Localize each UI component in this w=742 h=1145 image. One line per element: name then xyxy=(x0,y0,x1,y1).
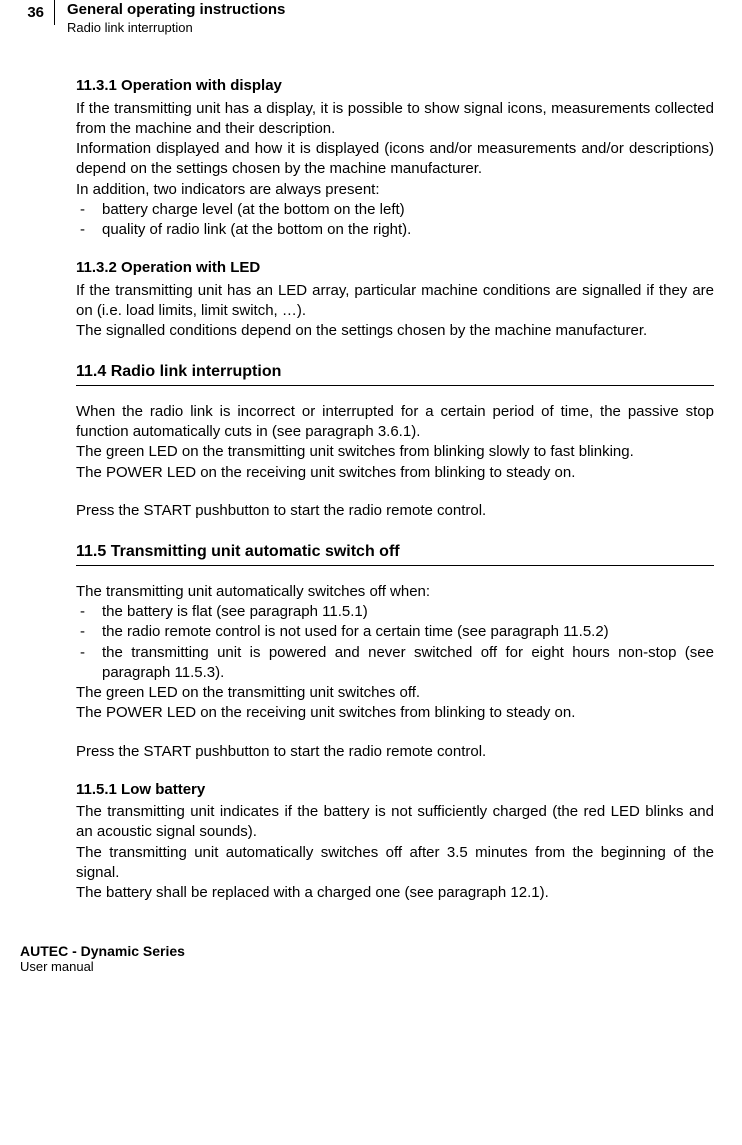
paragraph: The transmitting unit automatically swit… xyxy=(76,582,714,602)
list-item: battery charge level (at the bottom on t… xyxy=(76,200,714,220)
document-content: 11.3.1 Operation with display If the tra… xyxy=(76,76,714,903)
heading-11-3-1: 11.3.1 Operation with display xyxy=(76,76,714,96)
header-title: General operating instructions xyxy=(67,0,285,20)
paragraph: The signalled conditions depend on the s… xyxy=(76,321,714,341)
paragraph: Press the START pushbutton to start the … xyxy=(76,501,714,521)
heading-11-4: 11.4 Radio link interruption xyxy=(76,361,714,386)
page-header: 36 General operating instructions Radio … xyxy=(20,0,722,36)
heading-11-3-2: 11.3.2 Operation with LED xyxy=(76,258,714,278)
paragraph: The POWER LED on the receiving unit swit… xyxy=(76,703,714,723)
list-item: the battery is flat (see paragraph 11.5.… xyxy=(76,602,714,622)
paragraph: Information displayed and how it is disp… xyxy=(76,139,714,180)
header-subtitle: Radio link interruption xyxy=(67,20,285,37)
paragraph: Press the START pushbutton to start the … xyxy=(76,742,714,762)
page-number: 36 xyxy=(20,0,55,25)
paragraph: The transmitting unit indicates if the b… xyxy=(76,802,714,843)
paragraph: In addition, two indicators are always p… xyxy=(76,180,714,200)
paragraph: If the transmitting unit has a display, … xyxy=(76,99,714,140)
list-item: the radio remote control is not used for… xyxy=(76,622,714,642)
heading-11-5: 11.5 Transmitting unit automatic switch … xyxy=(76,541,714,566)
list-item: quality of radio link (at the bottom on … xyxy=(76,220,714,240)
footer-subtitle: User manual xyxy=(20,959,722,974)
paragraph: The green LED on the transmitting unit s… xyxy=(76,442,714,462)
paragraph: The green LED on the transmitting unit s… xyxy=(76,683,714,703)
paragraph: If the transmitting unit has an LED arra… xyxy=(76,281,714,322)
page-footer: AUTEC - Dynamic Series User manual xyxy=(0,943,742,990)
list-item: the transmitting unit is powered and nev… xyxy=(76,643,714,684)
paragraph: The battery shall be replaced with a cha… xyxy=(76,883,714,903)
paragraph: When the radio link is incorrect or inte… xyxy=(76,402,714,443)
footer-title: AUTEC - Dynamic Series xyxy=(20,943,722,959)
paragraph: The transmitting unit automatically swit… xyxy=(76,843,714,884)
paragraph: The POWER LED on the receiving unit swit… xyxy=(76,463,714,483)
heading-11-5-1: 11.5.1 Low battery xyxy=(76,780,714,800)
